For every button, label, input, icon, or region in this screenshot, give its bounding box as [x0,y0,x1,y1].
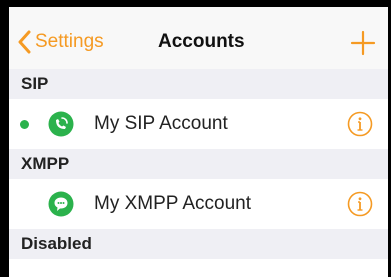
plus-icon [349,30,377,61]
disabled-accounts-area [9,259,388,277]
account-info-button[interactable] [347,111,373,137]
navigation-bar: Settings Accounts [9,7,388,69]
sip-phone-icon [48,111,74,137]
account-row-sip[interactable]: My SIP Account [9,99,388,149]
info-icon [347,191,373,221]
page-title: Accounts [158,31,245,52]
back-button-label: Settings [35,31,104,52]
back-button[interactable]: Settings [17,27,104,57]
accounts-screen: Settings Accounts SIP My SIP Account XMP… [9,7,388,277]
section-header-label: Disabled [21,234,92,253]
section-header-label: SIP [21,74,49,93]
section-header-label: XMPP [21,154,70,173]
account-row-xmpp[interactable]: My XMPP Account [9,179,388,229]
section-header-disabled: Disabled [9,229,388,259]
account-name: My SIP Account [94,113,228,134]
chevron-left-icon [17,30,31,54]
info-icon [347,111,373,141]
xmpp-chat-icon [48,191,74,217]
section-header-sip: SIP [9,69,388,99]
account-name: My XMPP Account [94,193,251,214]
add-account-button[interactable] [349,29,377,57]
account-info-button[interactable] [347,191,373,217]
status-online-indicator [20,120,29,129]
section-header-xmpp: XMPP [9,149,388,179]
